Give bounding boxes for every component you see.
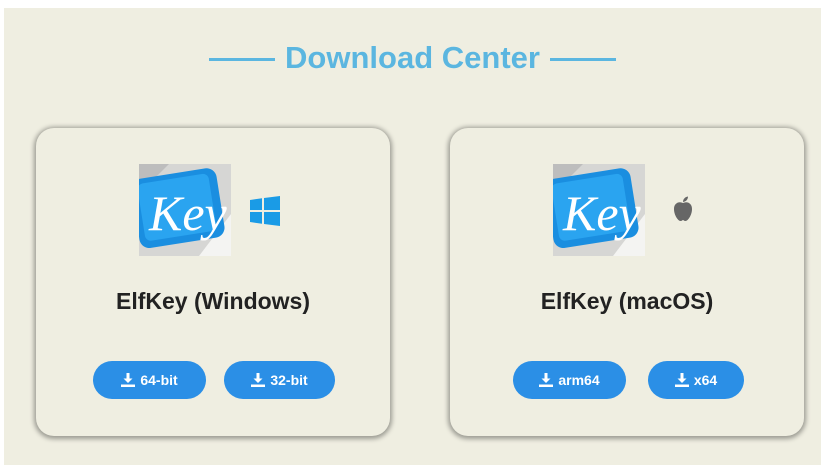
download-icon	[121, 373, 136, 387]
download-icon	[539, 373, 554, 387]
download-icon	[674, 373, 689, 387]
product-name: ElfKey (Windows)	[115, 288, 311, 314]
download-icon	[251, 373, 266, 387]
download-button-label: 64-bit	[140, 372, 178, 388]
logo-text: Key	[148, 185, 228, 241]
apple-icon	[674, 196, 692, 221]
download-x64-button[interactable]: x64	[648, 361, 744, 399]
download-button-label: x64	[693, 372, 718, 388]
page-title: Download Center	[4, 38, 821, 78]
download-64bit-button[interactable]: 64-bit	[93, 361, 206, 399]
page-title-text: Download Center	[285, 40, 540, 75]
title-rule-left	[209, 58, 276, 61]
elfkey-logo: Key	[553, 164, 645, 256]
download-page: Download Center Key ElfKey (Windows) 64-…	[4, 8, 821, 465]
download-arm64-button[interactable]: arm64	[513, 361, 626, 399]
product-name: ElfKey (macOS)	[540, 288, 714, 314]
logo-text: Key	[562, 185, 642, 241]
download-button-label: 32-bit	[270, 372, 308, 388]
download-button-label: arm64	[558, 372, 600, 388]
download-32bit-button[interactable]: 32-bit	[224, 361, 335, 399]
title-rule-right	[549, 58, 616, 61]
product-card-macos: Key ElfKey (macOS) arm64 x64	[450, 128, 804, 436]
windows-icon	[250, 196, 280, 226]
product-card-windows: Key ElfKey (Windows) 64-bit 32-bit	[36, 128, 390, 436]
elfkey-logo: Key	[139, 164, 231, 256]
